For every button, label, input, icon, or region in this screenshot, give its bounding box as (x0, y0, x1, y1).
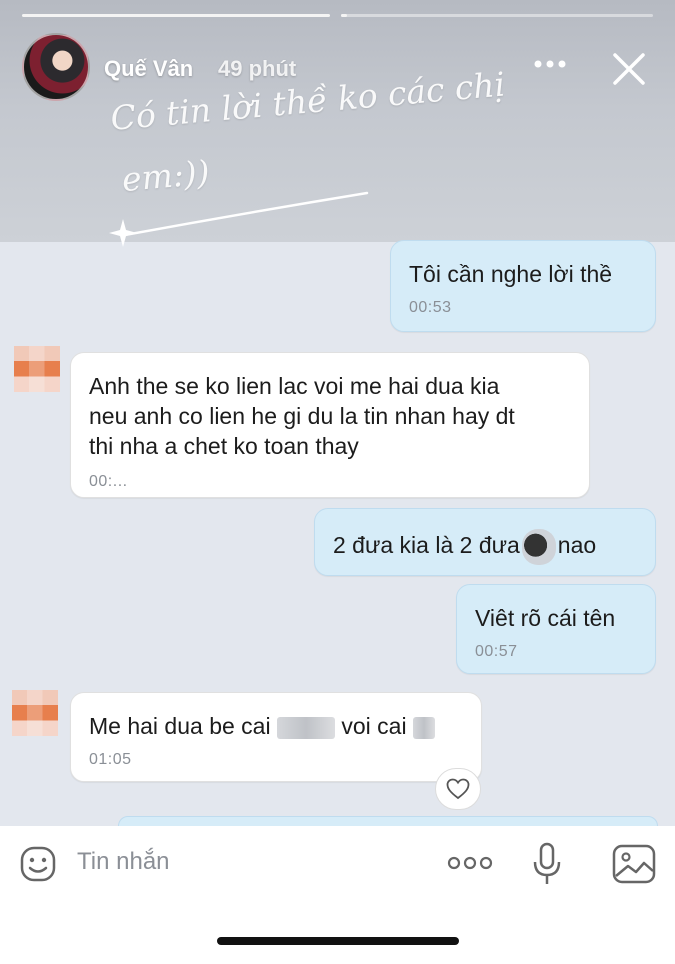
story-progress-current (341, 14, 653, 17)
message-outgoing[interactable]: Tôi cần nghe lời thề 00:53 (390, 240, 656, 332)
mic-icon[interactable] (532, 842, 562, 886)
sender-avatar-blurred[interactable] (14, 346, 60, 392)
message-text-end: nao (557, 532, 597, 559)
home-indicator[interactable] (217, 937, 459, 945)
message-text: Tôi cần nghe lời thề (409, 261, 613, 287)
message-line-3: thi nha a chet ko toan thay (89, 433, 359, 459)
censored-blur (521, 529, 556, 565)
message-text: Viêt rõ cái tên (475, 605, 616, 631)
message-input[interactable]: Tin nhắn (77, 848, 170, 876)
like-button[interactable] (435, 768, 481, 810)
message-outgoing[interactable]: Viêt rõ cái tên 00:57 (456, 584, 656, 674)
message-text-start: 2 đưa kia là 2 đưa (333, 532, 520, 559)
user-avatar[interactable] (22, 33, 90, 101)
message-incoming[interactable]: Anh the se ko lien lac voi me hai dua ki… (70, 352, 590, 498)
image-icon[interactable] (612, 844, 656, 884)
message-time: 01:05 (89, 751, 132, 768)
close-icon[interactable] (610, 50, 648, 88)
message-text: Me hai dua be cai voi cai (89, 711, 463, 741)
sparkle-decoration (109, 191, 369, 247)
message-time: 00:... (89, 473, 128, 490)
dots-icon[interactable] (446, 854, 494, 872)
message-outgoing[interactable]: 2 đưa kia là 2 đưa nao (314, 508, 656, 576)
sender-avatar-blurred[interactable] (12, 690, 58, 736)
message-line-1: Anh the se ko lien lac voi me hai dua ki… (89, 373, 500, 399)
heart-icon (446, 778, 470, 800)
censored-blur (412, 716, 435, 739)
story-progress-completed (22, 14, 330, 17)
message-time: 00:57 (475, 643, 518, 660)
emoji-icon[interactable] (20, 846, 56, 882)
story-username[interactable]: Quế Vân (104, 56, 193, 82)
message-text: 2 đưa kia là 2 đưa nao (333, 529, 637, 565)
message-incoming[interactable]: Me hai dua be cai voi cai 01:05 (70, 692, 482, 782)
message-text-middle: voi cai (341, 713, 407, 739)
message-text-start: Me hai dua be cai (89, 713, 271, 739)
message-time: 00:53 (409, 299, 452, 316)
censored-blur (276, 716, 335, 739)
message-line-2: neu anh co lien he gi du la tin nhan hay… (89, 403, 515, 429)
